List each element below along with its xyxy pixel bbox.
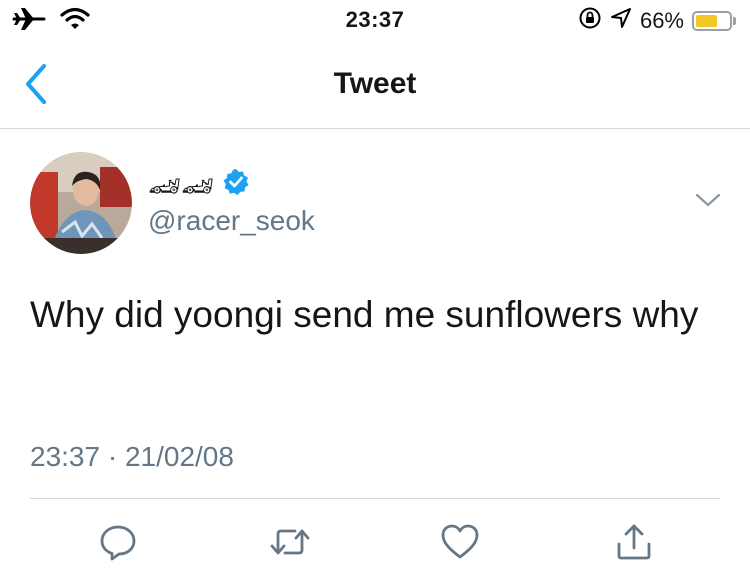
avatar[interactable]: [30, 152, 132, 254]
like-button[interactable]: [438, 522, 482, 566]
status-bar: 23:37 66%: [0, 0, 750, 40]
tweet-author[interactable]: 🏎🏎: [148, 168, 250, 203]
tweet-options-button[interactable]: [694, 190, 722, 210]
orientation-lock-icon: [578, 6, 602, 36]
share-button[interactable]: [612, 522, 656, 566]
display-name: 🏎🏎: [148, 170, 215, 201]
verified-badge-icon: [222, 168, 250, 203]
page-title: Tweet: [333, 67, 417, 100]
reply-button[interactable]: [96, 522, 140, 566]
divider: [30, 498, 720, 499]
like-icon: [440, 522, 480, 567]
location-icon: [610, 7, 632, 35]
battery-fill: [696, 15, 717, 27]
user-handle[interactable]: @racer_seok: [148, 205, 315, 237]
nav-bar: Tweet: [0, 40, 750, 129]
tweet-text: Why did yoongi send me sunflowers why: [30, 294, 699, 335]
tweet-timestamp: 23:37 · 21/02/08: [30, 441, 234, 472]
retweet-icon: [268, 522, 312, 567]
share-icon: [614, 522, 654, 567]
chevron-down-icon: [694, 193, 722, 214]
battery-percent: 66%: [639, 8, 684, 33]
status-right: 66%: [578, 6, 736, 36]
retweet-button[interactable]: [268, 522, 312, 566]
reply-icon: [98, 522, 138, 567]
battery-icon: [692, 11, 736, 31]
